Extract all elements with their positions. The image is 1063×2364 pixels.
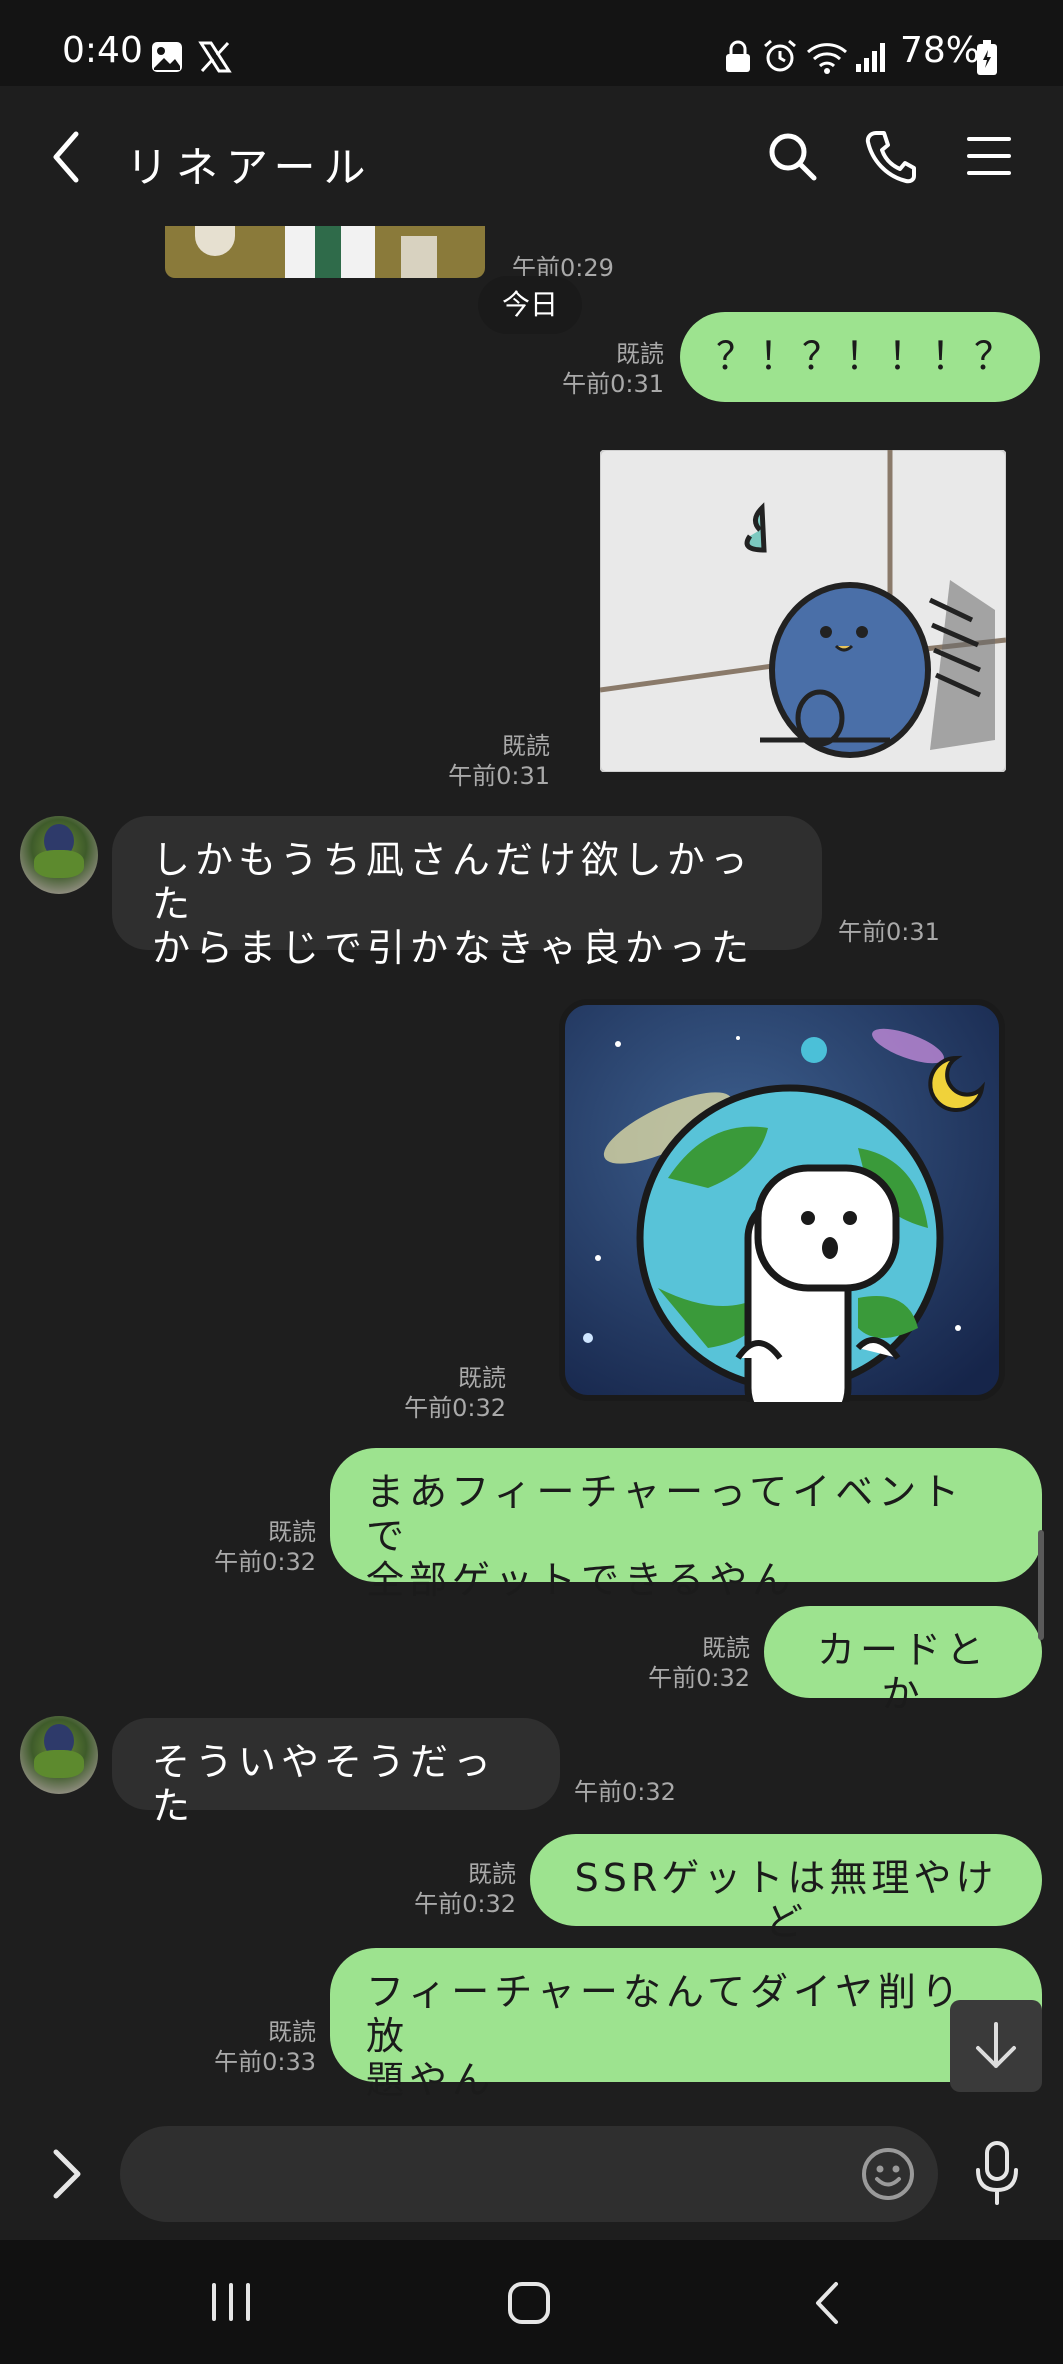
lock-icon [726,40,750,72]
chat-title: リネアール [126,143,374,192]
menu-icon[interactable] [966,134,1012,178]
message-text-line: 全部ゲットできるやん [366,1558,796,1602]
message-input[interactable] [120,2126,938,2222]
message-bubble-incoming[interactable]: そういやそうだった [112,1718,560,1828]
message-bubble-outgoing[interactable]: フィーチャーなんてダイヤ削り放 題やん [330,1948,1042,2102]
battery-percentage: 78% [900,30,981,71]
message-bubble-outgoing[interactable]: カードとか [764,1606,1042,1716]
message-sticker-penguin[interactable] [600,450,1006,772]
message-time: 午前0:33 [214,2048,316,2076]
signal-icon [856,43,885,72]
back-icon[interactable] [48,130,84,184]
message-text-line: 題やん [366,2058,496,2102]
gallery-icon [152,42,182,72]
status-time: 0:40 [62,30,143,71]
mic-icon[interactable] [974,2140,1020,2206]
message-time: 午前0:32 [574,1778,676,1806]
date-divider: 今日 [478,276,582,334]
alarm-icon [764,39,796,72]
message-time: 午前0:31 [838,918,940,946]
recents-icon[interactable] [206,2282,256,2322]
message-sticker-space[interactable] [558,998,1006,1402]
battery-icon [977,40,997,75]
message-time: 午前0:32 [648,1664,750,1692]
message-bubble-outgoing[interactable]: SSRゲットは無理やけど [530,1834,1042,1944]
back-nav-icon[interactable] [810,2280,846,2326]
wifi-icon [806,43,848,74]
avatar[interactable] [20,816,98,894]
scroll-to-bottom-button[interactable] [950,2000,1042,2092]
message-time: 午前0:32 [414,1890,516,1918]
arrow-down-icon [976,2022,1016,2068]
x-logo-icon [198,41,232,73]
message-bubble-outgoing[interactable]: ？！？！！！？ [680,312,1040,402]
message-bubble-incoming[interactable]: しかもうち凪さんだけ欲しかった からまじで引かなきゃ良かった [112,816,822,970]
message-time: 午前0:32 [214,1548,316,1576]
search-icon[interactable] [766,130,818,182]
message-text-line: フィーチャーなんてダイヤ削り放 [366,1970,964,2058]
home-icon[interactable] [506,2280,552,2326]
expand-icon[interactable] [50,2148,84,2200]
phone-icon[interactable] [864,128,916,184]
emoji-icon[interactable] [860,2146,916,2202]
message-text-line: からまじで引かなきゃ良かった [152,926,755,970]
message-time: 午前0:31 [448,762,550,790]
message-text-line: しかもうち凪さんだけ欲しかった [152,838,753,926]
message-text-line: まあフィーチャーってイベントで [366,1470,965,1558]
message-time: 午前0:32 [404,1394,506,1422]
message-bubble-outgoing[interactable]: まあフィーチャーってイベントで 全部ゲットできるやん [330,1448,1042,1602]
scrollbar[interactable] [1038,1530,1044,1640]
message-time: 午前0:31 [562,370,664,398]
message-sticker-partial[interactable] [165,226,485,278]
avatar[interactable] [20,1716,98,1794]
